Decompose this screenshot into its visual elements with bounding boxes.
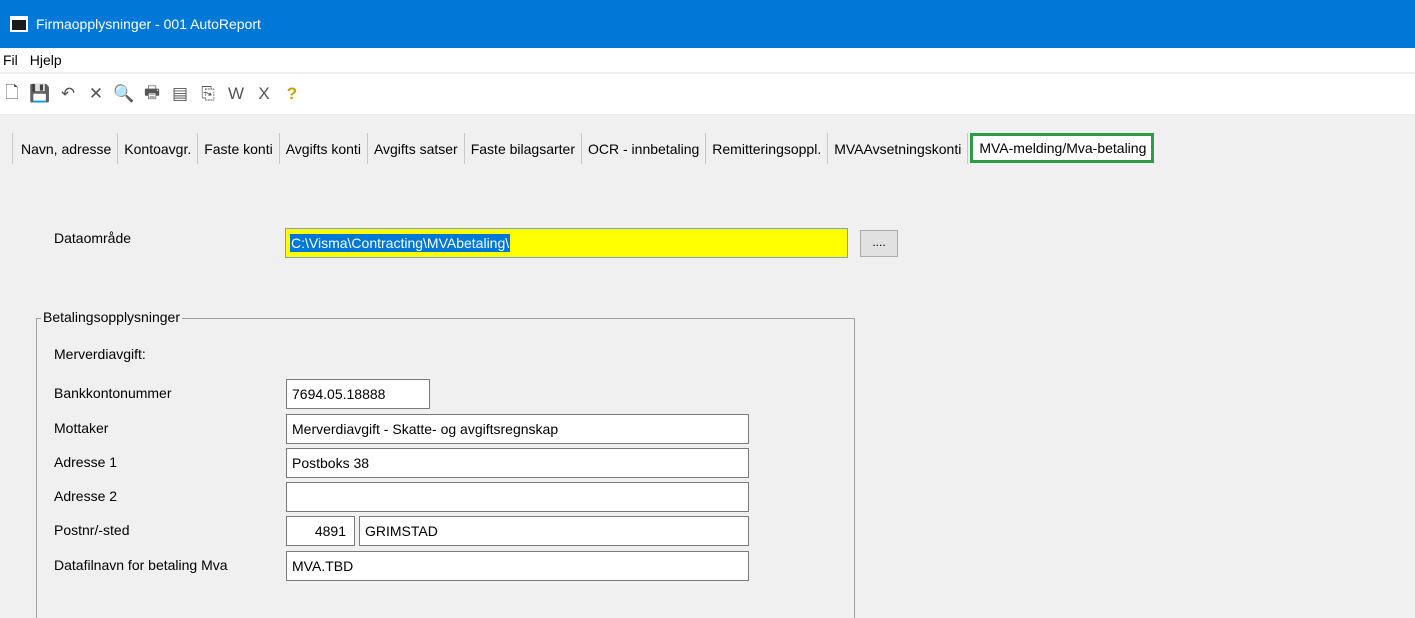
toolbar: 🗋 💾 ↶ ✕ 🔍 🖶 ▤ ⎘ W X ? xyxy=(0,74,1415,114)
tab-faste-bilagsarter[interactable]: Faste bilagsarter xyxy=(464,133,582,164)
group-title: Betalingsopplysninger xyxy=(41,309,182,325)
tab-mvaavsetningskonti[interactable]: MVAAvsetningskonti xyxy=(828,133,969,164)
mottaker-label: Mottaker xyxy=(54,420,109,436)
print-icon[interactable]: 🖶 xyxy=(142,83,162,105)
save-icon[interactable]: 💾 xyxy=(29,83,50,105)
new-icon[interactable]: 🗋 xyxy=(2,83,22,105)
tab-ocr-innbetaling[interactable]: OCR - innbetaling xyxy=(582,133,707,164)
bankkonto-label: Bankkontonummer xyxy=(54,385,172,401)
tab-remitteringsoppl[interactable]: Remitteringsoppl. xyxy=(706,133,829,164)
adresse1-label: Adresse 1 xyxy=(54,454,118,470)
section-label: Merverdiavgift: xyxy=(54,346,146,362)
delete-icon[interactable]: ✕ xyxy=(86,83,106,105)
find-icon[interactable]: 🔍 xyxy=(113,83,134,105)
tab-avgifts-satser[interactable]: Avgifts satser xyxy=(367,133,465,164)
bankkonto-input[interactable]: 7694.05.18888 xyxy=(286,379,430,409)
postnr-label: Postnr/-sted xyxy=(54,522,130,538)
undo-icon[interactable]: ↶ xyxy=(58,83,78,105)
dataomrade-label: Dataområde xyxy=(54,230,132,246)
tab-strip: Navn, adresse Kontoavgr. Faste konti Avg… xyxy=(12,133,1155,164)
title-bar: Firmaopplysninger - 001 AutoReport xyxy=(0,0,1415,48)
menu-fil[interactable]: Fil xyxy=(2,52,19,68)
dataomrade-input[interactable]: C:\Visma\Contracting\MVAbetaling\ xyxy=(285,228,848,258)
menu-hjelp[interactable]: Hjelp xyxy=(29,52,63,68)
tab-kontoavgr[interactable]: Kontoavgr. xyxy=(118,133,199,164)
poststed-input[interactable]: GRIMSTAD xyxy=(359,516,749,546)
tab-avgifts-konti[interactable]: Avgifts konti xyxy=(279,133,368,164)
adresse1-input[interactable]: Postboks 38 xyxy=(286,448,749,478)
word-icon[interactable]: W xyxy=(226,83,246,105)
help-icon[interactable]: ? xyxy=(282,83,302,105)
copy-icon[interactable]: ⎘ xyxy=(198,83,218,105)
tab-navn-adresse[interactable]: Navn, adresse xyxy=(12,133,119,164)
dataomrade-value: C:\Visma\Contracting\MVAbetaling\ xyxy=(290,234,511,252)
browse-button[interactable]: .... xyxy=(860,230,898,257)
menu-bar: Fil Hjelp xyxy=(0,48,1415,72)
tab-mva-melding-betaling[interactable]: MVA-melding/Mva-betaling xyxy=(970,133,1155,163)
tab-faste-konti[interactable]: Faste konti xyxy=(198,133,280,164)
app-icon xyxy=(10,16,28,32)
datafil-input[interactable]: MVA.TBD xyxy=(286,551,749,581)
window-title: Firmaopplysninger - 001 AutoReport xyxy=(36,16,261,32)
form-icon[interactable]: ▤ xyxy=(170,83,190,105)
adresse2-label: Adresse 2 xyxy=(54,488,118,504)
mottaker-input[interactable]: Merverdiavgift - Skatte- og avgiftsregns… xyxy=(286,414,749,444)
excel-icon[interactable]: X xyxy=(254,83,274,105)
postnr-input[interactable]: 4891 xyxy=(286,516,355,546)
adresse2-input[interactable] xyxy=(286,482,749,512)
datafil-label: Datafilnavn for betaling Mva xyxy=(54,557,228,573)
